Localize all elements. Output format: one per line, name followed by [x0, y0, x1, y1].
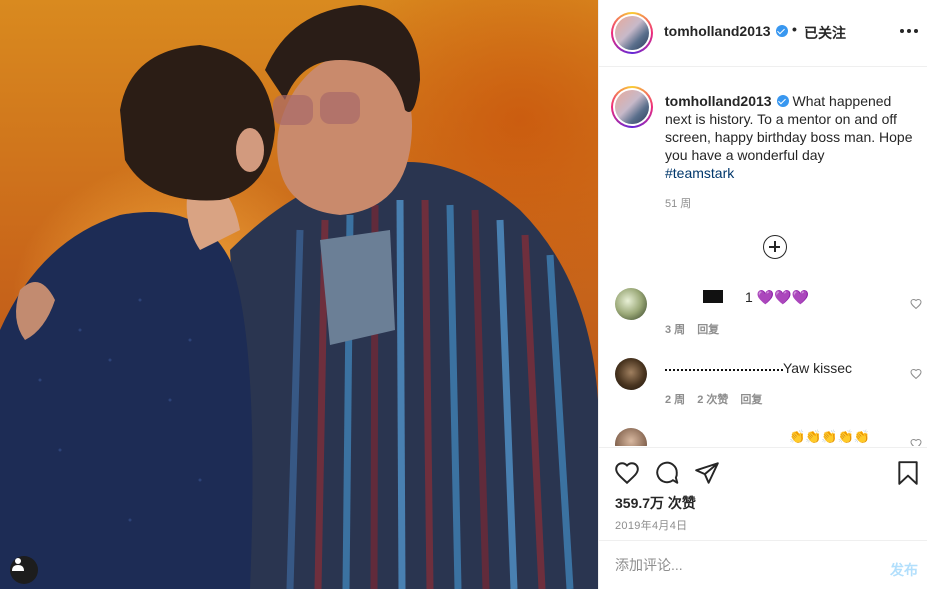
commenter-avatar[interactable]	[615, 428, 647, 446]
comment-item: Yaw kissec 2 周 2 次赞 回复	[599, 358, 927, 428]
commenter-avatar[interactable]	[615, 358, 647, 390]
caption-hashtag[interactable]: #teamstark	[665, 165, 734, 181]
comment-meta: 3 周回复	[665, 321, 731, 337]
comment-likes[interactable]: 2 次赞	[697, 394, 728, 406]
likes-count[interactable]: 359.7万 次赞	[615, 493, 696, 513]
post-sidebar: tomholland2013 • 已关注 tomholland2013 What…	[598, 0, 927, 589]
author-username-wrap: tomholland2013	[664, 23, 788, 39]
caption-avatar[interactable]	[611, 86, 653, 128]
comment-item: 1 💜💜💜 3 周回复	[599, 288, 927, 358]
photo-illustration	[0, 5, 598, 589]
author-avatar[interactable]	[611, 12, 653, 54]
comment-text-wrap: Yaw kissec	[665, 360, 852, 376]
author-username[interactable]: tomholland2013	[664, 23, 771, 39]
post-caption: tomholland2013 What happened next is his…	[599, 68, 927, 210]
post-header: tomholland2013 • 已关注	[599, 0, 927, 67]
caption-time: 51 周	[665, 198, 692, 210]
comment-text: 👏👏👏👏👏	[789, 429, 870, 444]
user-tag-icon	[12, 558, 24, 571]
comment-input[interactable]	[615, 555, 865, 575]
header-separator: •	[792, 21, 797, 37]
comment-text: 1 💜💜💜	[745, 289, 809, 305]
comment-like-icon[interactable]	[910, 298, 922, 310]
redacted-username	[703, 290, 723, 303]
verified-badge-icon	[775, 25, 788, 37]
redacted-username	[665, 365, 783, 371]
caption-username[interactable]: tomholland2013	[665, 93, 772, 109]
comment-like-icon[interactable]	[910, 368, 922, 380]
following-button[interactable]: 已关注	[804, 23, 846, 43]
post-comment-button[interactable]: 发布	[890, 560, 918, 580]
paper-plane-icon[interactable]	[694, 460, 720, 486]
add-comment-bar: 发布	[599, 540, 927, 589]
comment-bubble-icon[interactable]	[654, 460, 680, 486]
comments-list: 1 💜💜💜 3 周回复 Yaw kissec 2 周2 次赞回复 👏�	[599, 280, 927, 446]
verified-badge-icon	[776, 95, 789, 107]
comment-time: 3 周	[665, 324, 686, 336]
comment-time: 2 周	[665, 394, 686, 406]
post-date[interactable]: 2019年4月4日	[615, 517, 687, 533]
comment-like-icon[interactable]	[910, 438, 922, 446]
more-options-icon[interactable]	[900, 29, 918, 33]
comment-text: Yaw kissec	[783, 360, 852, 376]
load-more-comments-icon[interactable]	[763, 235, 787, 259]
commenter-avatar[interactable]	[615, 288, 647, 320]
comment-text-wrap: 1 💜💜💜	[665, 289, 809, 306]
caption-text: tomholland2013 What happened next is his…	[665, 92, 915, 182]
bookmark-icon[interactable]	[895, 460, 921, 486]
comment-reply-button[interactable]: 回复	[697, 324, 719, 336]
comment-reply-button[interactable]: 回复	[740, 394, 762, 406]
user-tag-button[interactable]	[10, 556, 38, 584]
comment-meta: 2 周 2 次赞 回复	[665, 391, 774, 407]
comment-item: 👏👏👏👏👏	[599, 428, 927, 446]
post-photo[interactable]	[0, 0, 598, 589]
heart-icon[interactable]	[614, 460, 640, 486]
post-actions: 359.7万 次赞 2019年4月4日	[599, 447, 927, 539]
